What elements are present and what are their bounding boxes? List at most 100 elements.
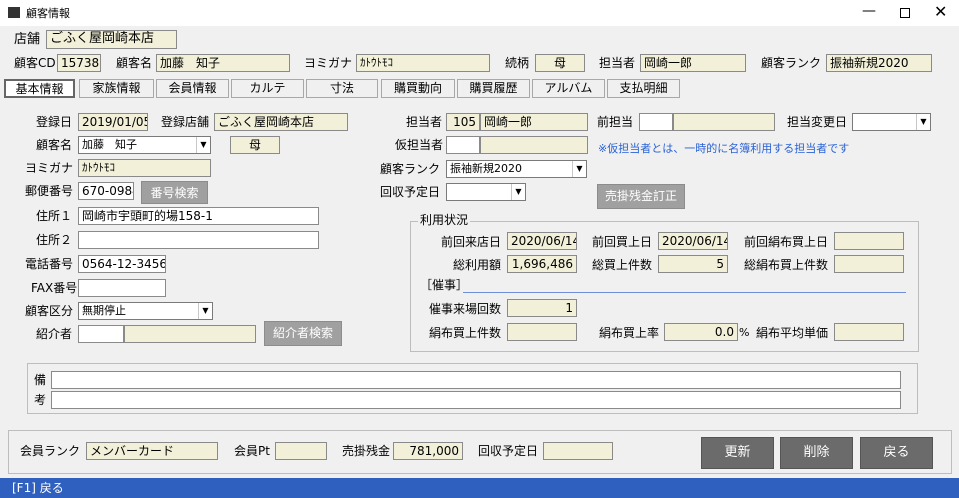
customer-cd-label: 顧客CD (14, 56, 56, 70)
fax-field[interactable] (78, 279, 166, 297)
member-rank-field: メンバーカード (86, 442, 218, 460)
staff-label-2: 担当者 (406, 115, 443, 129)
referrer-search-button[interactable]: 紹介者検索 (264, 321, 342, 346)
silk-rate-label: 絹布買上率 (599, 326, 660, 340)
rank-label-2: 顧客ランク (380, 162, 441, 176)
staff-code-field[interactable]: 105 (446, 113, 480, 131)
silk-rate-unit: % (739, 326, 750, 339)
total-field: 1,696,486 (507, 255, 577, 273)
balance-correct-button[interactable]: 売掛残金訂正 (597, 184, 685, 209)
balance-field: 781,000 (393, 442, 463, 460)
addr2-label: 住所２ (36, 233, 73, 247)
maximize-icon[interactable] (900, 8, 910, 18)
rank-field: 振袖新規2020 (826, 54, 932, 72)
temp-staff-label: 仮担当者 (395, 138, 444, 152)
last-silk-field (834, 232, 904, 250)
staff-label: 担当者 (599, 56, 636, 70)
reg-date-field[interactable]: 2019/01/05 (78, 113, 148, 131)
prev-staff-code-field[interactable] (639, 113, 673, 131)
addr1-field[interactable]: 岡崎市宇頭町的場158-1 (78, 207, 319, 225)
staff-name-field: 岡崎一郎 (480, 113, 588, 131)
update-button[interactable]: 更新 (701, 437, 774, 469)
minimize-icon[interactable]: — (862, 3, 876, 19)
name-label: 顧客名 (36, 138, 73, 152)
relation-field: 母 (535, 54, 585, 72)
addr1-label: 住所１ (36, 209, 73, 223)
category-select[interactable]: 無期停止 ▼ (78, 302, 213, 320)
close-icon[interactable]: ✕ (934, 2, 947, 21)
prev-staff-label: 前担当 (597, 115, 634, 129)
category-label: 顧客区分 (25, 304, 74, 318)
chevron-down-icon: ▼ (916, 114, 930, 130)
last-buy-label: 前回買上日 (592, 235, 653, 249)
referrer-label: 紹介者 (36, 327, 73, 341)
tab-basic-info[interactable]: 基本情報 (4, 79, 75, 98)
tel-field[interactable]: 0564-12-3456 (78, 255, 166, 273)
chevron-down-icon: ▼ (196, 137, 210, 153)
silk-count-field (834, 255, 904, 273)
tab-measurements[interactable]: 寸法 (306, 79, 378, 98)
store-label: 店舗 (14, 32, 41, 47)
chevron-down-icon: ▼ (198, 303, 212, 319)
tab-album[interactable]: アルバム (532, 79, 605, 98)
category-select-value: 無期停止 (82, 304, 126, 317)
tab-karte[interactable]: カルテ (231, 79, 304, 98)
zip-field[interactable]: 670-0984 (78, 182, 134, 200)
kana-field-2[interactable]: ｶﾄｳﾄﾓｺ (78, 159, 211, 177)
total-label: 総利用額 (453, 258, 502, 272)
zip-search-button[interactable]: 番号検索 (141, 181, 208, 204)
referrer-code-field[interactable] (78, 325, 124, 343)
staff-change-date-select[interactable]: ▼ (852, 113, 931, 131)
app-icon (8, 7, 20, 18)
addr2-field[interactable] (78, 231, 319, 249)
event-silk-field (507, 323, 577, 341)
temp-staff-code-field[interactable] (446, 136, 480, 154)
event-divider (463, 292, 906, 293)
tab-family-info[interactable]: 家族情報 (79, 79, 154, 98)
rank-select-value: 振袖新規2020 (450, 162, 522, 175)
temp-staff-note: ※仮担当者とは、一時的に名簿利用する担当者です (598, 142, 850, 155)
member-rank-label: 会員ランク (20, 444, 81, 458)
window-title: 顧客情報 (26, 7, 70, 20)
rank-select[interactable]: 振袖新規2020 ▼ (446, 160, 587, 178)
reg-date-label: 登録日 (36, 115, 73, 129)
kana-field: ｶﾄｳﾄﾓｺ (356, 54, 490, 72)
count-field: 5 (658, 255, 728, 273)
notes-field-1[interactable] (51, 371, 901, 389)
delete-button[interactable]: 削除 (780, 437, 853, 469)
referrer-name-field (124, 325, 256, 343)
last-visit-field: 2020/06/14 (507, 232, 577, 250)
silk-count-label: 総絹布買上件数 (744, 258, 829, 272)
tab-payment-details[interactable]: 支払明細 (607, 79, 680, 98)
customer-cd-field: 15738 (57, 54, 101, 72)
silk-avg-field (834, 323, 904, 341)
tab-member-info[interactable]: 会員情報 (156, 79, 229, 98)
event-visits-field: 1 (507, 299, 577, 317)
last-silk-label: 前回絹布買上日 (744, 235, 829, 249)
prev-staff-name-field (673, 113, 775, 131)
store-field: ごふく屋岡崎本店 (46, 30, 177, 49)
last-visit-label: 前回来店日 (441, 235, 502, 249)
usage-title: 利用状況 (418, 211, 471, 229)
kana-label-2: ヨミガナ (25, 161, 74, 175)
notes-label-1: 備 (34, 373, 47, 387)
relation-field-2: 母 (230, 136, 280, 154)
event-title: ［催事］ (420, 278, 469, 292)
collect-date-label: 回収予定日 (380, 185, 441, 199)
tab-purchase-trend[interactable]: 購買動向 (381, 79, 455, 98)
tab-purchase-history[interactable]: 購買履歴 (457, 79, 530, 98)
collect-date-select[interactable]: ▼ (446, 183, 526, 201)
event-silk-label: 絹布買上件数 (429, 326, 502, 340)
balance-label: 売掛残金 (342, 444, 391, 458)
status-bar: [F1] 戻る (0, 478, 959, 498)
chevron-down-icon: ▼ (511, 184, 525, 200)
event-visits-label: 催事来場回数 (429, 302, 502, 316)
footer-collect-field (543, 442, 613, 460)
chevron-down-icon: ▼ (572, 161, 586, 177)
reg-store-label: 登録店舗 (161, 115, 210, 129)
notes-field-2[interactable] (51, 391, 901, 409)
name-select[interactable]: 加藤 知子 ▼ (78, 136, 211, 154)
staff-change-label: 担当変更日 (787, 115, 848, 129)
relation-label: 続柄 (505, 56, 530, 70)
back-button[interactable]: 戻る (860, 437, 933, 469)
